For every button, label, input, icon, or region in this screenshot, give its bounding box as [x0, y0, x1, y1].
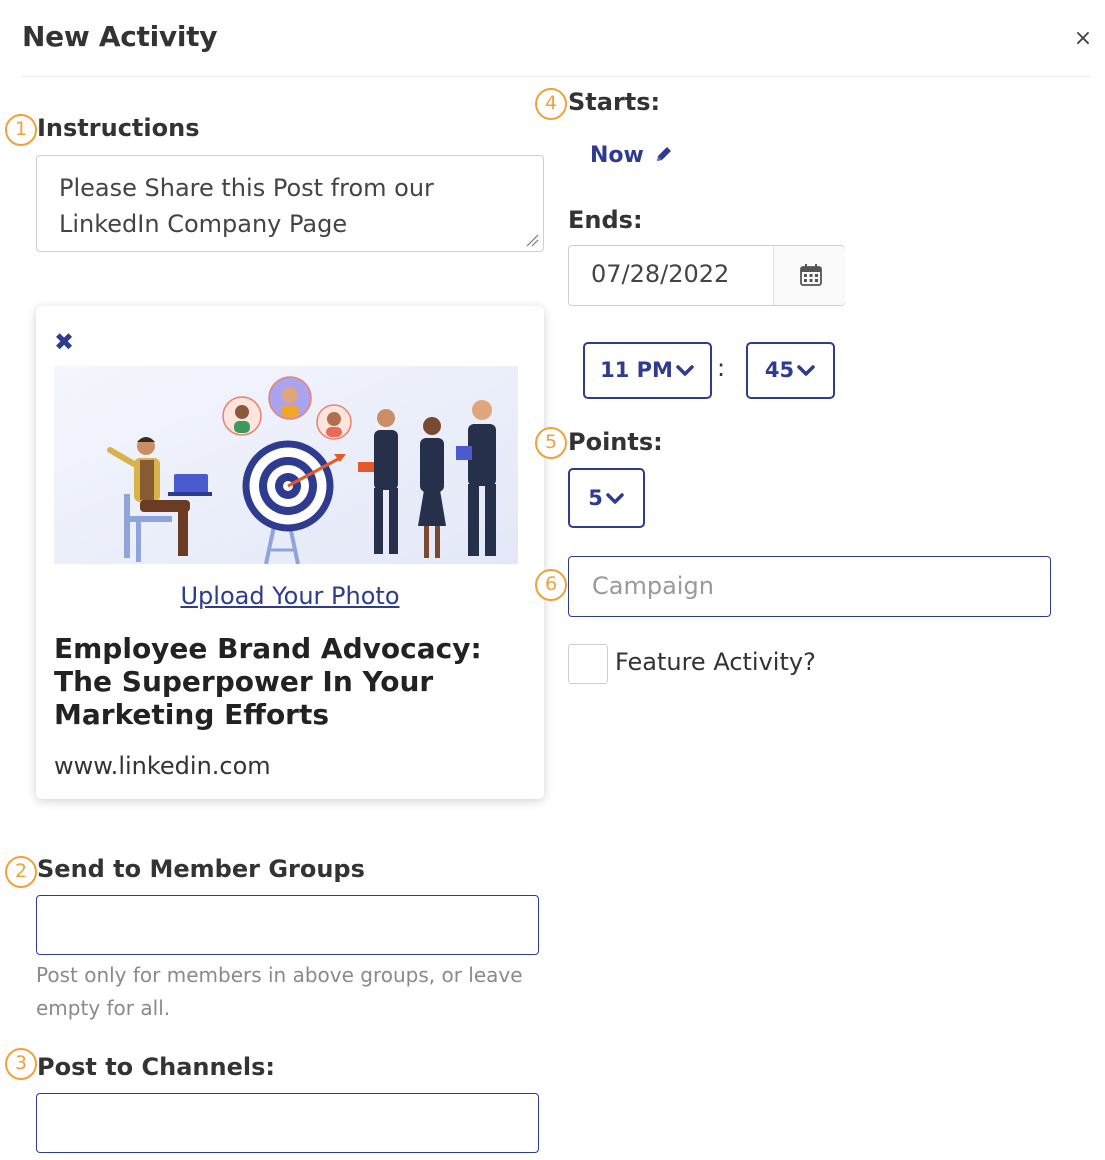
- campaign-input[interactable]: Campaign: [568, 556, 1051, 617]
- preview-illustration: [54, 366, 518, 564]
- end-minute-dropdown[interactable]: 45: [746, 342, 835, 399]
- step-marker-5: 5: [535, 427, 567, 459]
- header-divider: [22, 76, 1090, 77]
- chevron-down-icon: [606, 493, 624, 504]
- calendar-icon: [800, 264, 822, 286]
- chevron-down-icon: [676, 365, 694, 376]
- link-preview-card: ✖ Upload Your Photo Employee Brand Advoc…: [36, 306, 544, 799]
- instructions-label: Instructions: [37, 114, 200, 142]
- end-date-field[interactable]: 07/28/2022: [568, 245, 845, 306]
- instructions-textarea[interactable]: Please Share this Post from our LinkedIn…: [36, 155, 544, 252]
- step-marker-6: 6: [535, 569, 567, 601]
- pencil-icon: [656, 147, 671, 161]
- step-marker-4: 4: [535, 88, 567, 120]
- end-hour-dropdown[interactable]: 11 PM: [583, 342, 712, 399]
- feature-activity-label: Feature Activity?: [615, 648, 816, 676]
- modal-title: New Activity: [22, 20, 218, 53]
- starts-label: Starts:: [568, 88, 661, 116]
- starts-value: Now: [590, 143, 644, 168]
- points-value: 5: [588, 486, 603, 510]
- points-dropdown[interactable]: 5: [568, 468, 645, 528]
- preview-headline: Employee Brand Advocacy: The Superpower …: [54, 632, 482, 731]
- end-date-value[interactable]: 07/28/2022: [591, 260, 729, 288]
- upload-photo-link[interactable]: Upload Your Photo: [36, 582, 544, 610]
- feature-activity-checkbox[interactable]: [568, 644, 608, 684]
- member-groups-input[interactable]: [36, 895, 539, 955]
- step-marker-1: 1: [5, 114, 37, 146]
- step-marker-3: 3: [5, 1048, 37, 1080]
- channels-label: Post to Channels:: [37, 1053, 275, 1081]
- member-groups-helper-line-1: Post only for members in above groups, o…: [36, 963, 523, 987]
- end-hour-value: 11 PM: [600, 358, 673, 382]
- end-minute-value: 45: [764, 358, 795, 382]
- preview-url: www.linkedin.com: [54, 752, 271, 780]
- step-marker-2: 2: [5, 856, 37, 888]
- member-groups-helper-line-2: empty for all.: [36, 996, 171, 1020]
- ends-label: Ends:: [568, 206, 643, 234]
- campaign-placeholder: Campaign: [592, 572, 714, 600]
- close-button[interactable]: ×: [1072, 28, 1094, 50]
- time-separator: :: [717, 354, 726, 382]
- member-groups-label: Send to Member Groups: [37, 855, 365, 883]
- chevron-down-icon: [797, 365, 815, 376]
- channels-input[interactable]: [36, 1093, 539, 1153]
- instructions-text-line-1: Please Share this Post from our: [59, 174, 434, 202]
- points-label: Points:: [568, 428, 663, 456]
- remove-preview-icon[interactable]: ✖: [54, 328, 74, 356]
- instructions-text-line-2: LinkedIn Company Page: [59, 210, 348, 238]
- calendar-button[interactable]: [773, 246, 845, 305]
- resize-grip-icon[interactable]: [525, 233, 539, 247]
- starts-now-link[interactable]: Now: [590, 143, 674, 168]
